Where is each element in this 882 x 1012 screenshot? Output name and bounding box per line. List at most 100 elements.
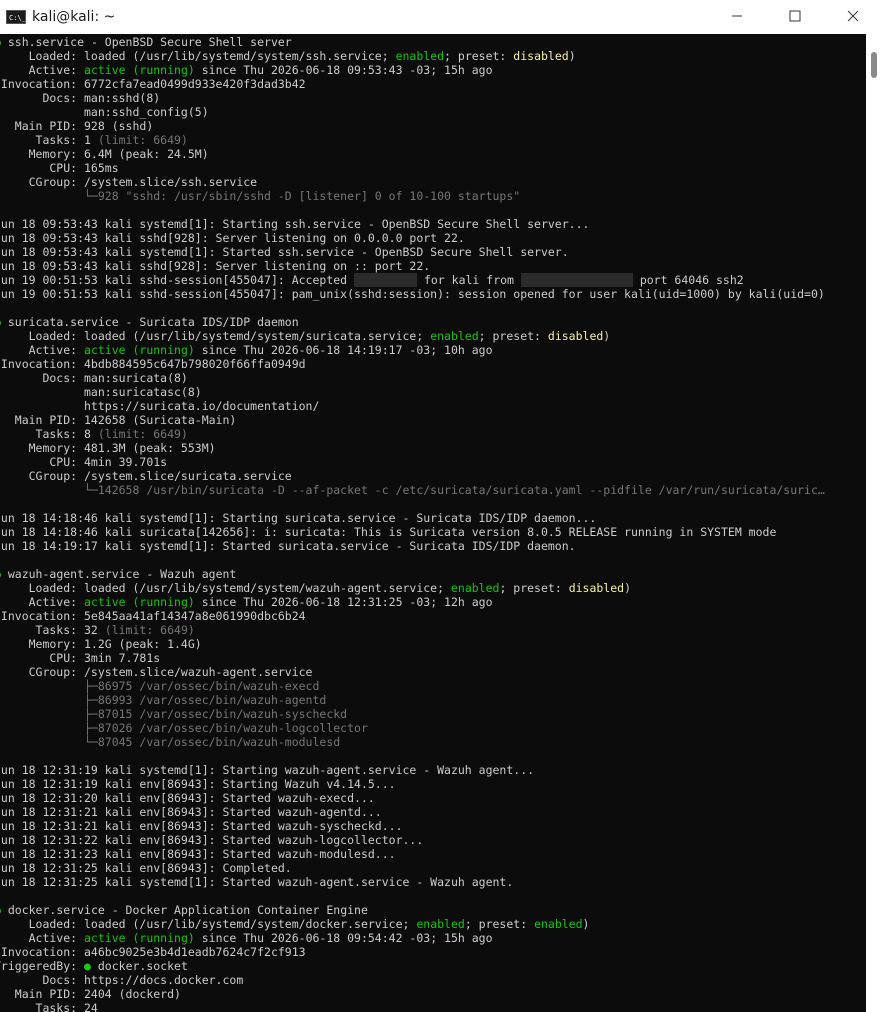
terminal-line: CGroup: /system.slice/ssh.service	[0, 175, 825, 189]
terminal-line: CGroup: /system.slice/wazuh-agent.servic…	[0, 665, 825, 679]
terminal-text: Active:	[0, 595, 85, 609]
terminal-text: Jun 18 09:53:43 kali sshd[928]: Server l…	[0, 231, 465, 245]
terminal-text: disabled	[547, 329, 604, 343]
terminal-text: Tasks: 1	[0, 133, 98, 147]
terminal-text: Jun 18 09:53:43 kali systemd[1]: Startin…	[0, 217, 590, 231]
terminal-text: ├─87015 /var/ossec/bin/wazuh-syscheckd	[0, 707, 348, 721]
terminal-line: Jun 18 12:31:19 kali env[86943]: Startin…	[0, 777, 825, 791]
terminal-line: Active: active (running) since Thu 2026-…	[0, 595, 825, 609]
terminal-text: )	[603, 329, 611, 343]
terminal-line: Jun 18 14:18:46 kali suricata[142656]: i…	[0, 525, 825, 539]
terminal-line: Jun 18 12:31:25 kali systemd[1]: Started…	[0, 875, 825, 889]
terminal-line: Jun 18 09:53:43 kali systemd[1]: Started…	[0, 245, 825, 259]
window-controls	[708, 0, 882, 34]
terminal-text: Jun 18 14:18:46 kali systemd[1]: Startin…	[0, 511, 597, 525]
terminal-text: docker.socket	[90, 959, 188, 973]
terminal-text: ├─87026 /var/ossec/bin/wazuh-logcollecto…	[0, 721, 368, 735]
terminal-text: Jun 19 00:51:53 kali sshd-session[455047…	[0, 273, 355, 287]
terminal-text: Main PID: 928 (sshd)	[0, 119, 154, 133]
terminal-text: ●	[0, 315, 8, 329]
terminal-lines: ● ssh.service - OpenBSD Secure Shell ser…	[0, 35, 825, 1012]
terminal-line: ├─87015 /var/ossec/bin/wazuh-syscheckd	[0, 707, 825, 721]
terminal-line: Jun 18 12:31:25 kali env[86943]: Complet…	[0, 861, 825, 875]
terminal-text: Jun 18 12:31:25 kali systemd[1]: Started…	[0, 875, 514, 889]
terminal-text: Loaded: loaded (/usr/lib/systemd/system/…	[0, 329, 431, 343]
terminal-line: Tasks: 24	[0, 1001, 825, 1012]
terminal-text: Loaded: loaded (/usr/lib/systemd/system/…	[0, 49, 396, 63]
terminal-text: Memory: 481.3M (peak: 553M)	[0, 441, 216, 455]
terminal-text: port 64046 ssh2	[632, 273, 744, 287]
terminal-line: Docs: man:sshd(8)	[0, 91, 825, 105]
terminal-text: enabled	[416, 917, 465, 931]
terminal-text: Loaded: loaded (/usr/lib/systemd/system/…	[0, 581, 451, 595]
terminal-text: CGroup: /system.slice/ssh.service	[0, 175, 258, 189]
terminal-text: Jun 18 14:19:17 kali systemd[1]: Started…	[0, 539, 576, 553]
terminal-line: CPU: 3min 7.781s	[0, 651, 825, 665]
terminal-text: Jun 19 00:51:53 kali sshd-session[455047…	[0, 287, 825, 301]
terminal-line: ├─86975 /var/ossec/bin/wazuh-execd	[0, 679, 825, 693]
terminal-text: since Thu 2026-06-18 14:19:17 -03; 10h a…	[194, 343, 493, 357]
terminal-text: Memory: 1.2G (peak: 1.4G)	[0, 637, 202, 651]
terminal-text: CPU: 3min 7.781s	[0, 651, 161, 665]
terminal-text: └─928 "sshd: /usr/sbin/sshd -D [listener…	[0, 189, 521, 203]
terminal-line: CPU: 165ms	[0, 161, 825, 175]
terminal-text: Jun 18 09:53:43 kali systemd[1]: Started…	[0, 245, 569, 259]
terminal-text: ; preset:	[499, 581, 569, 595]
scrollbar-thumb[interactable]	[871, 52, 877, 78]
terminal-line: Jun 18 12:31:22 kali env[86943]: Started…	[0, 833, 825, 847]
terminal-text: Jun 18 12:31:19 kali systemd[1]: Startin…	[0, 763, 535, 777]
terminal-line: ├─87026 /var/ossec/bin/wazuh-logcollecto…	[0, 721, 825, 735]
terminal-line: Jun 18 09:53:43 kali sshd[928]: Server l…	[0, 231, 825, 245]
maximize-icon	[789, 10, 801, 22]
terminal-text: ssh.service - OpenBSD Secure Shell serve…	[7, 35, 292, 49]
terminal-text: enabled	[430, 329, 479, 343]
terminal-line: Active: active (running) since Thu 2026-…	[0, 63, 825, 77]
terminal-text: Jun 18 12:31:20 kali env[86943]: Started…	[0, 791, 375, 805]
minimize-button[interactable]	[708, 0, 766, 32]
terminal-text: Jun 18 09:53:43 kali sshd[928]: Server l…	[0, 259, 431, 273]
terminal-text: ; preset:	[478, 329, 548, 343]
terminal-line: Invocation: 5e845aa41af14347a8e061990dbc…	[0, 609, 825, 623]
terminal-text: Jun 18 12:31:21 kali env[86943]: Started…	[0, 819, 403, 833]
terminal-text: ●	[84, 959, 91, 973]
terminal-text: ; preset:	[444, 49, 514, 63]
terminal-line: Active: active (running) since Thu 2026-…	[0, 343, 825, 357]
terminal-text: ; preset:	[464, 917, 535, 931]
terminal-text: enabled	[534, 917, 583, 931]
terminal-line: Jun 18 14:18:46 kali systemd[1]: Startin…	[0, 511, 825, 525]
terminal-line: Docs: https://docs.docker.com	[0, 973, 825, 987]
close-button[interactable]	[824, 0, 882, 32]
terminal-line: Tasks: 32 (limit: 6649)	[0, 623, 825, 637]
terminal-line: ● docker.service - Docker Application Co…	[0, 903, 825, 917]
terminal-line: CPU: 4min 39.701s	[0, 455, 825, 469]
terminal-text: CGroup: /system.slice/wazuh-agent.servic…	[0, 665, 313, 679]
terminal-line: └─928 "sshd: /usr/sbin/sshd -D [listener…	[0, 189, 825, 203]
terminal-line: Jun 18 12:31:20 kali env[86943]: Started…	[0, 791, 825, 805]
vertical-scrollbar[interactable]	[866, 34, 882, 1012]
terminal-text: Memory: 6.4M (peak: 24.5M)	[0, 147, 209, 161]
title-bar[interactable]: C:\_ kali@kali: ~	[0, 0, 882, 34]
terminal-text: since Thu 2026-06-18 09:54:42 -03; 15h a…	[194, 931, 493, 945]
terminal-text: └─87045 /var/ossec/bin/wazuh-modulesd	[0, 735, 341, 749]
terminal-line: Main PID: 2404 (dockerd)	[0, 987, 825, 1001]
terminal-text: Active:	[0, 63, 85, 77]
terminal-text: Docs: https://docs.docker.com	[0, 973, 244, 987]
terminal-line: TriggeredBy: ● docker.socket	[0, 959, 825, 973]
terminal-text: (limit: 6649)	[97, 427, 188, 441]
terminal-text: Jun 18 12:31:21 kali env[86943]: Started…	[0, 805, 382, 819]
maximize-button[interactable]	[766, 0, 824, 32]
terminal-line: Jun 18 12:31:23 kali env[86943]: Started…	[0, 847, 825, 861]
terminal-text: Active:	[0, 343, 85, 357]
terminal-line: Memory: 6.4M (peak: 24.5M)	[0, 147, 825, 161]
close-icon	[847, 10, 859, 22]
terminal-text: Main PID: 2404 (dockerd)	[0, 987, 181, 1001]
terminal-line: CGroup: /system.slice/suricata.service	[0, 469, 825, 483]
terminal-text: enabled	[395, 49, 445, 63]
terminal-line: ├─86993 /var/ossec/bin/wazuh-agentd	[0, 693, 825, 707]
terminal-output[interactable]: ● ssh.service - OpenBSD Secure Shell ser…	[0, 34, 866, 1012]
terminal-text: man:suricatasc(8)	[0, 385, 202, 399]
terminal-line: Memory: 481.3M (peak: 553M)	[0, 441, 825, 455]
terminal-text: https://suricata.io/documentation/	[0, 399, 320, 413]
